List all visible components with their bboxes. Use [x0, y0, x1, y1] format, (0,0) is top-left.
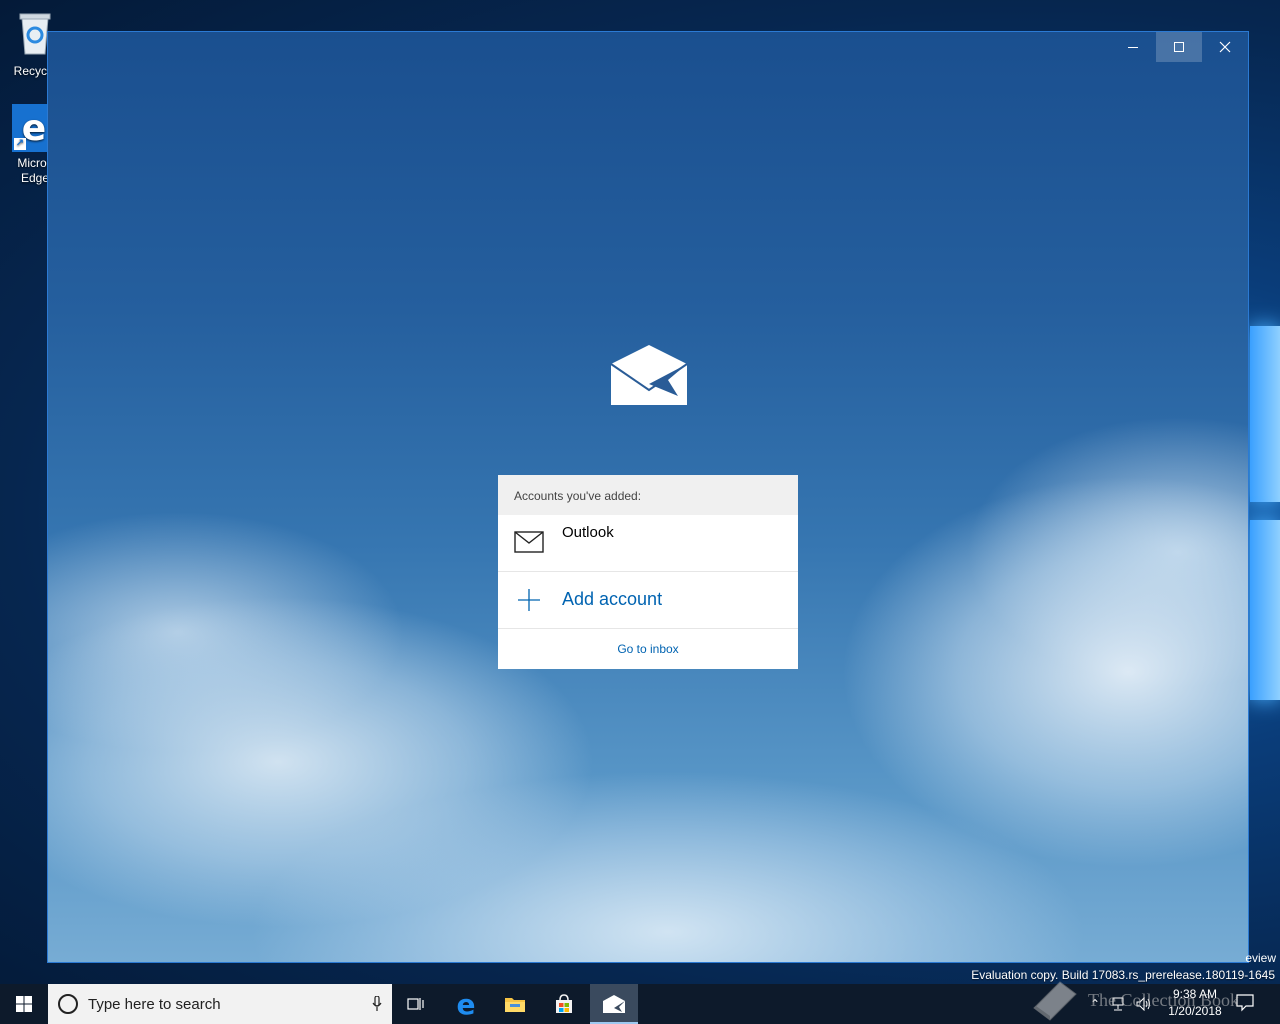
plus-icon	[518, 589, 540, 611]
envelope-icon	[514, 531, 544, 553]
add-account-button[interactable]: Add account	[498, 572, 798, 629]
start-button[interactable]	[0, 984, 48, 1024]
minimize-button[interactable]	[1110, 32, 1156, 62]
taskbar-clock[interactable]: 9:38 AM 1/20/2018	[1162, 986, 1228, 1020]
clock-date: 1/20/2018	[1168, 1004, 1222, 1018]
maximize-icon	[1174, 42, 1184, 52]
windows-logo-wallpaper	[1250, 312, 1280, 702]
microphone-icon[interactable]	[362, 996, 392, 1012]
network-icon[interactable]	[1110, 997, 1126, 1011]
minimize-icon	[1128, 46, 1138, 48]
account-name: Outlook	[562, 524, 614, 541]
taskbar: Type here to search e ⌃ 9:38 AM 1/20/201…	[0, 984, 1280, 1024]
show-hidden-icons-chevron-icon[interactable]: ⌃	[1090, 997, 1100, 1011]
accounts-panel: Accounts you've added: Outlook Add accou…	[498, 475, 798, 669]
close-icon	[1219, 41, 1231, 53]
mail-logo-icon	[610, 345, 688, 405]
clock-time: 9:38 AM	[1172, 987, 1218, 1001]
mail-app-window: Accounts you've added: Outlook Add accou…	[47, 31, 1249, 963]
evaluation-watermark: Evaluation copy. Build 17083.rs_prerelea…	[971, 968, 1275, 982]
taskbar-search-box[interactable]: Type here to search	[48, 984, 392, 1024]
action-center-button[interactable]	[1236, 994, 1254, 1017]
taskbar-edge-button[interactable]: e	[442, 984, 490, 1024]
volume-icon[interactable]	[1136, 997, 1152, 1011]
account-item-outlook[interactable]: Outlook	[498, 515, 798, 572]
search-placeholder: Type here to search	[88, 995, 221, 1013]
windows-start-icon	[16, 996, 32, 1012]
shortcut-arrow-icon: ↗	[14, 138, 26, 150]
cortana-icon	[58, 994, 78, 1014]
task-view-button[interactable]	[392, 984, 440, 1024]
close-button[interactable]	[1202, 32, 1248, 62]
mail-icon	[603, 995, 625, 1013]
system-tray: ⌃	[1090, 984, 1152, 1024]
task-view-icon	[407, 998, 424, 1010]
folder-icon	[505, 998, 525, 1012]
accounts-header: Accounts you've added:	[498, 475, 798, 515]
taskbar-mail-button[interactable]	[590, 984, 638, 1024]
taskbar-file-explorer-button[interactable]	[491, 984, 539, 1024]
go-to-inbox-link[interactable]: Go to inbox	[498, 629, 798, 668]
add-account-label: Add account	[562, 589, 663, 609]
store-icon	[556, 994, 572, 1013]
edge-icon: e	[456, 987, 476, 1021]
taskbar-store-button[interactable]	[540, 984, 588, 1024]
notification-icon	[1236, 994, 1254, 1012]
preview-watermark: eview	[1245, 951, 1276, 965]
maximize-button[interactable]	[1156, 32, 1202, 62]
